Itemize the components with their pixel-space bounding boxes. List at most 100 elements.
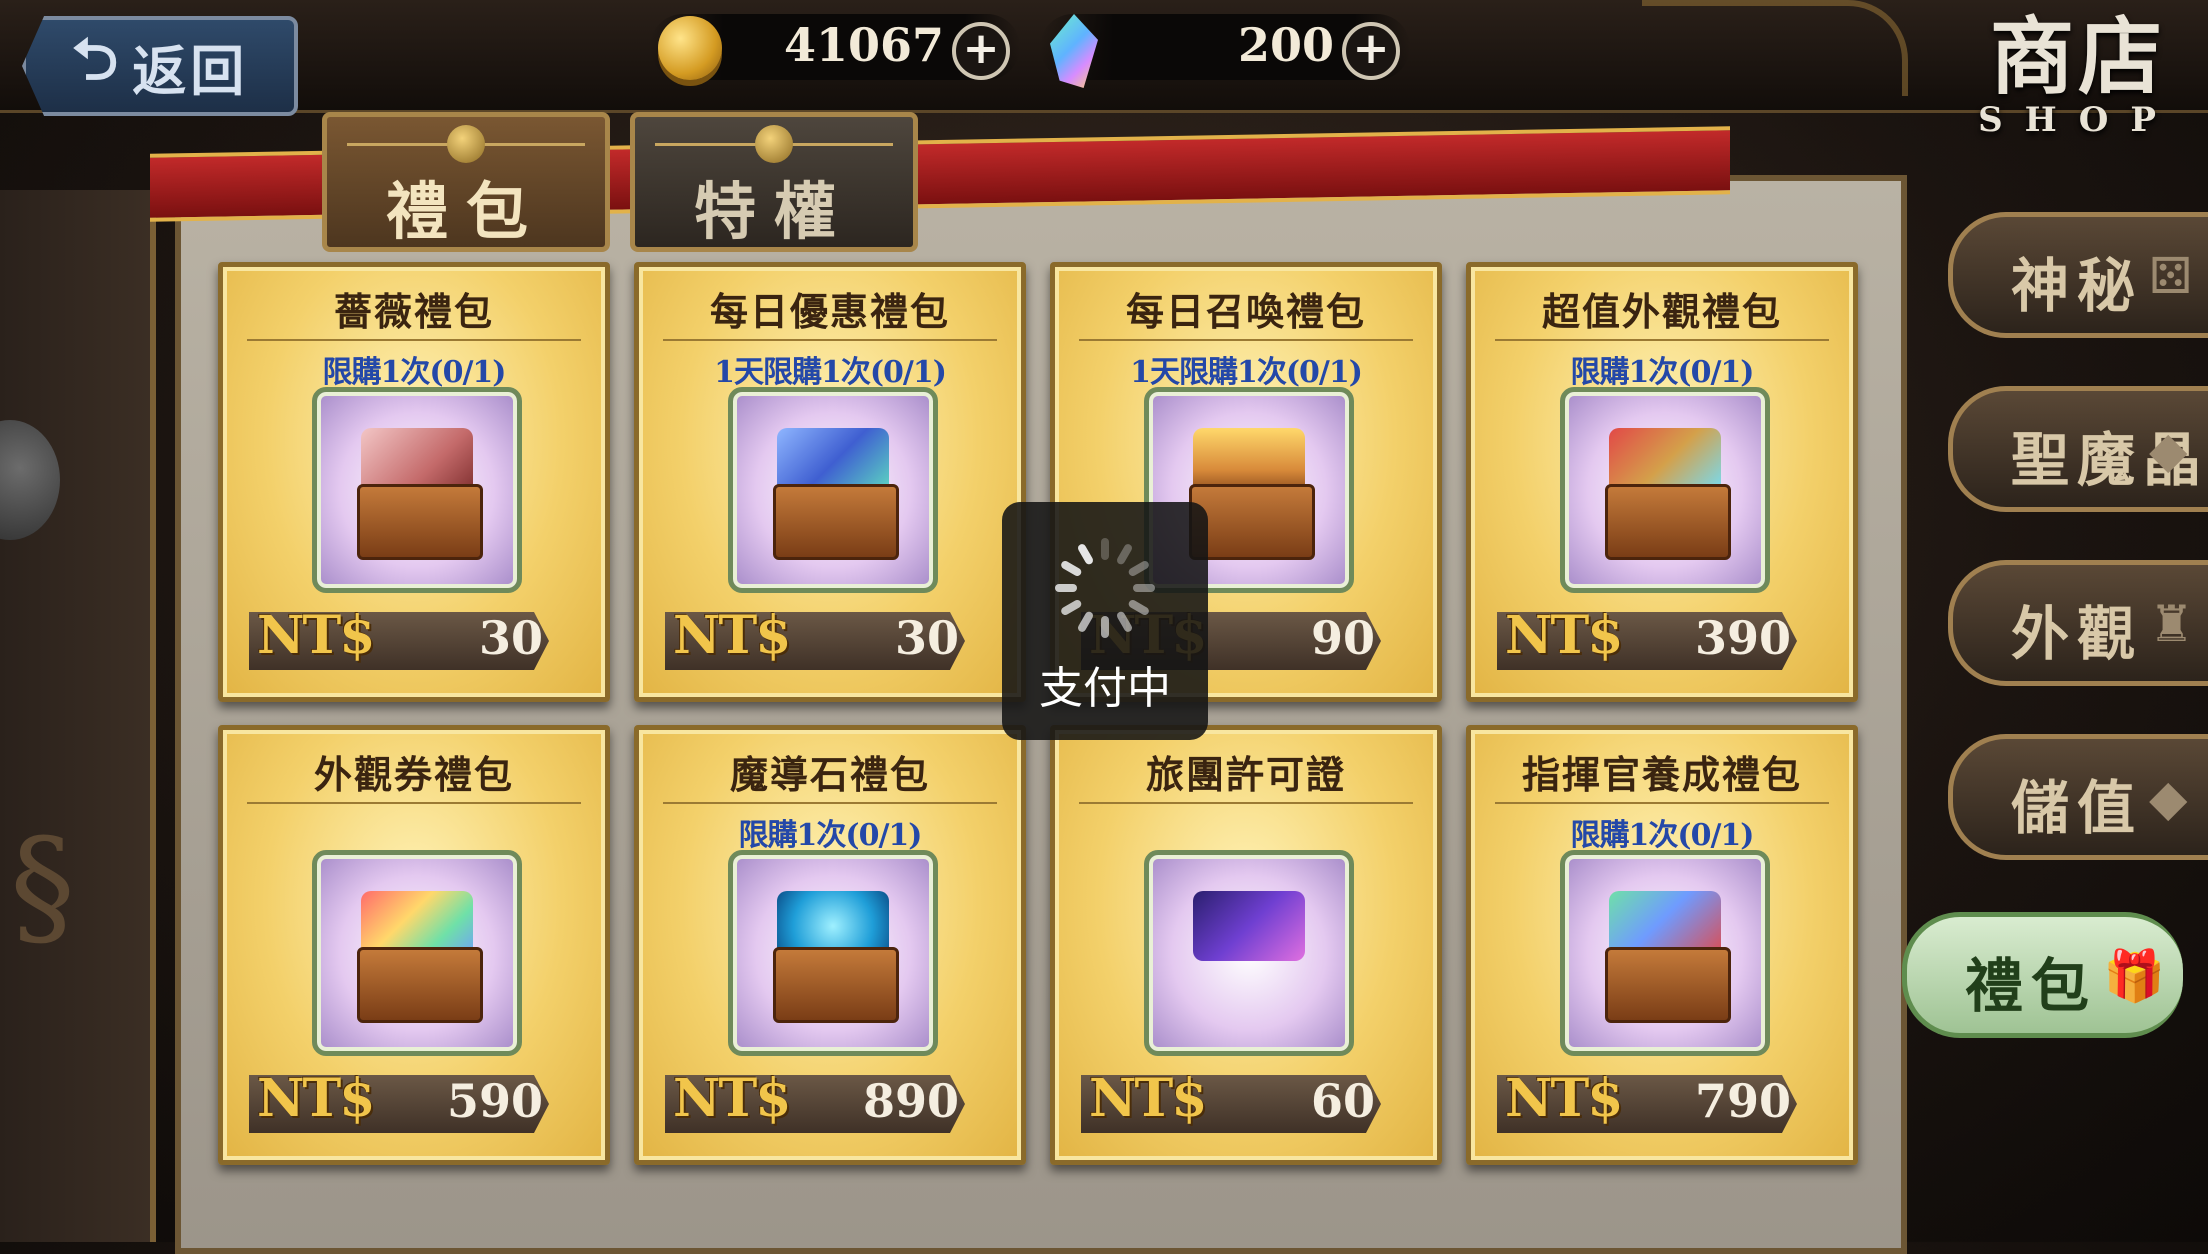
side-orb	[0, 420, 60, 540]
pack-art-frame	[312, 387, 522, 593]
back-button[interactable]: ⮌ 返回	[22, 16, 298, 116]
side-menu-label: 外觀	[2011, 600, 2144, 668]
spinner-tick	[1127, 559, 1151, 578]
pack-art-frame	[728, 387, 938, 593]
pack-art-frame	[728, 850, 938, 1056]
pack-title: 薔薇禮包	[333, 289, 494, 334]
chest-icon	[357, 484, 483, 560]
pack-title: 每日召喚禮包	[1125, 289, 1366, 334]
purchase-limit: 1天限購1次(0/1)	[714, 355, 947, 390]
permit-card-icon	[1193, 891, 1305, 961]
price-value: 790	[1694, 1074, 1791, 1128]
purchase-limit: 限購1次(0/1)	[322, 355, 507, 390]
spinner-tick	[1101, 616, 1109, 638]
price-currency: NT$	[1089, 1068, 1207, 1129]
side-menu-label: 神秘	[2011, 252, 2144, 320]
dice-icon: ⚄	[2149, 247, 2201, 305]
spinner-tick	[1059, 559, 1083, 578]
price-value: 60	[1310, 1074, 1375, 1128]
gift-icon: 🎁	[2103, 947, 2174, 1005]
pack-card[interactable]: 每日優惠禮包 1天限購1次(0/1) NT$ 30	[634, 262, 1026, 702]
pack-art-frame	[1560, 387, 1770, 593]
loading-text: 支付中	[1039, 663, 1171, 714]
purchase-limit: 限購1次(0/1)	[738, 818, 923, 853]
price-value: 390	[1694, 611, 1791, 665]
tab-label: 禮包	[385, 175, 546, 248]
price-value: 30	[478, 611, 543, 665]
price-currency: NT$	[1505, 1068, 1623, 1129]
pack-art-frame	[1560, 850, 1770, 1056]
spinner-tick	[1115, 542, 1134, 566]
chest-icon	[1605, 947, 1731, 1023]
price-currency: NT$	[257, 1068, 375, 1129]
price-currency: NT$	[1505, 605, 1623, 666]
spinner-tick	[1076, 542, 1095, 566]
side-menu-label: 禮包	[1965, 952, 2098, 1020]
spinner-tick	[1059, 598, 1083, 617]
chest-icon	[773, 484, 899, 560]
tab-privileges[interactable]: 特權	[630, 112, 918, 252]
shop-title-zh: 商店	[1990, 7, 2167, 106]
add-crystal-button[interactable]: +	[1342, 22, 1400, 80]
spinner-tick	[1127, 598, 1151, 617]
pack-card[interactable]: 外觀券禮包 NT$ 590	[218, 725, 610, 1165]
crystal-amount: 200	[1237, 18, 1334, 72]
decorative-letters: §	[10, 810, 75, 962]
spinner-tick	[1115, 610, 1134, 634]
spinner-tick	[1101, 538, 1109, 560]
shop-title: 商店 SHOP	[1978, 7, 2178, 141]
chest-icon	[773, 947, 899, 1023]
gold-counter: 41067 +	[650, 14, 1020, 80]
side-menu-item[interactable]: 禮包 🎁	[1902, 912, 2183, 1038]
spinner-tick	[1076, 610, 1095, 634]
left-decor-panel: §	[0, 190, 156, 1242]
price-currency: NT$	[257, 605, 375, 666]
pack-art-frame	[1144, 850, 1354, 1056]
purchase-limit: 1天限購1次(0/1)	[1130, 355, 1363, 390]
spinner-tick	[1133, 584, 1155, 592]
pack-card[interactable]: 魔導石禮包 限購1次(0/1) NT$ 890	[634, 725, 1026, 1165]
crystal-counter: 200 +	[1040, 14, 1410, 88]
pack-title: 每日優惠禮包	[709, 289, 950, 334]
side-menu-item[interactable]: 神秘 ⚄	[1948, 212, 2208, 338]
return-arrow-icon: ⮌	[71, 24, 123, 93]
side-menu-item[interactable]: 聖魔晶 ◆	[1948, 386, 2208, 512]
side-menu-label: 儲值	[2011, 774, 2144, 842]
pack-card[interactable]: 薔薇禮包 限購1次(0/1) NT$ 30	[218, 262, 610, 702]
price-value: 30	[894, 611, 959, 665]
pack-art-frame	[312, 850, 522, 1056]
costume-icon: ♜	[2149, 595, 2202, 653]
chest-icon	[1605, 484, 1731, 560]
pack-title: 超值外觀禮包	[1541, 289, 1782, 334]
pack-title: 旅團許可證	[1145, 752, 1346, 797]
tab-label: 特權	[693, 175, 854, 248]
shop-title-en: SHOP	[1978, 100, 2178, 140]
price-currency: NT$	[673, 1068, 791, 1129]
tab-gift-packs[interactable]: 禮包	[322, 112, 610, 252]
pack-title: 指揮官養成禮包	[1521, 752, 1802, 797]
pack-title: 外觀券禮包	[313, 752, 514, 797]
payment-loading-overlay: 支付中	[1002, 502, 1208, 740]
tab-knob-icon	[447, 125, 485, 163]
price-value: 590	[446, 1074, 543, 1128]
pack-card[interactable]: 旅團許可證 NT$ 60	[1050, 725, 1442, 1165]
price-currency: NT$	[673, 605, 791, 666]
chest-icon	[357, 947, 483, 1023]
add-gold-button[interactable]: +	[952, 22, 1010, 80]
side-menu-item[interactable]: 儲值 ◆	[1948, 734, 2208, 860]
pack-title: 魔導石禮包	[729, 752, 930, 797]
price-value: 890	[862, 1074, 959, 1128]
pack-card[interactable]: 超值外觀禮包 限購1次(0/1) NT$ 390	[1466, 262, 1858, 702]
price-value: 90	[1310, 611, 1375, 665]
crystal-icon: ◆	[2149, 421, 2196, 479]
spinner-tick	[1055, 584, 1077, 592]
purchase-limit: 限購1次(0/1)	[1570, 818, 1755, 853]
back-label: 返回	[132, 38, 249, 103]
coin-icon	[658, 16, 722, 80]
pack-card[interactable]: 指揮官養成禮包 限購1次(0/1) NT$ 790	[1466, 725, 1858, 1165]
gold-amount: 41067	[783, 18, 944, 72]
top-ornament	[1642, 0, 1908, 96]
side-menu-item[interactable]: 外觀 ♜	[1948, 560, 2208, 686]
tab-knob-icon	[755, 125, 793, 163]
gem-icon: ◆	[2149, 769, 2196, 827]
